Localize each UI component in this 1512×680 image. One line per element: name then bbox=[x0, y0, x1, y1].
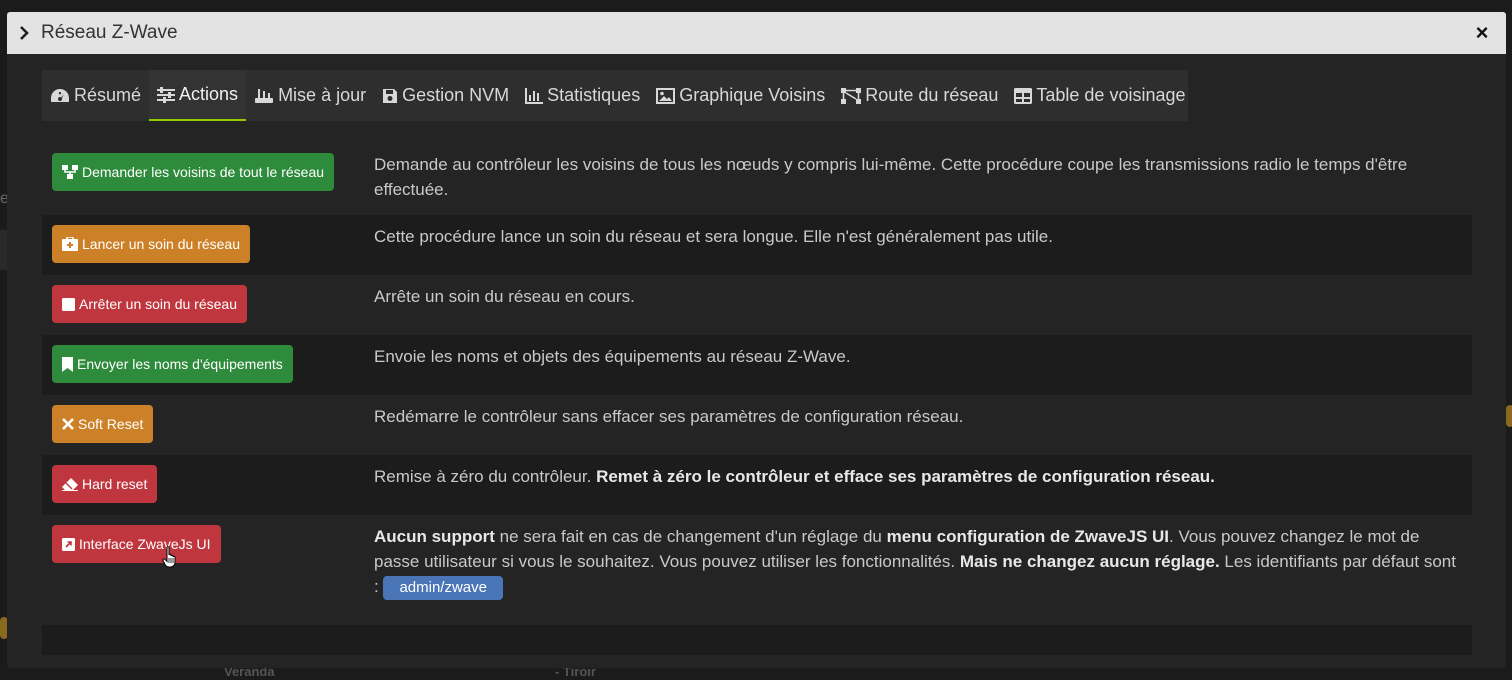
button-label: Arrêter un soin du réseau bbox=[79, 296, 237, 312]
image-icon bbox=[656, 87, 676, 104]
network-icon bbox=[841, 87, 862, 104]
table-cell: Demander les voisins de tout le réseau bbox=[42, 143, 364, 205]
description-bold: menu configuration de ZwaveJS UI bbox=[886, 527, 1170, 546]
table-row: Hard reset Remise à zéro du contrôleur. … bbox=[42, 455, 1472, 515]
times-icon bbox=[62, 418, 74, 430]
tab-resume[interactable]: Résumé bbox=[42, 70, 149, 121]
description-text: Remise à zéro du contrôleur. bbox=[374, 467, 597, 486]
tab-table-de-voisinage[interactable]: Table de voisinage bbox=[1006, 70, 1193, 121]
request-neighbors-button[interactable]: Demander les voisins de tout le réseau bbox=[52, 153, 335, 191]
tab-label: Table de voisinage bbox=[1036, 85, 1186, 105]
zwave-network-modal: Réseau Z-Wave × Résumé Actions Mise à jo… bbox=[7, 12, 1506, 668]
table-row: Arrêter un soin du réseau Arrête un soin… bbox=[42, 275, 1472, 335]
button-label: Envoyer les noms d'équipements bbox=[77, 356, 283, 372]
medkit-icon bbox=[62, 237, 78, 251]
stop-icon bbox=[62, 297, 75, 311]
action-description: Redémarre le contrôleur sans effacer ses… bbox=[374, 407, 964, 426]
table-cell: Hard reset bbox=[42, 455, 364, 515]
tab-graphique-voisins[interactable]: Graphique Voisins bbox=[648, 70, 833, 121]
tab-route-du-reseau[interactable]: Route du réseau bbox=[833, 70, 1006, 121]
action-description: Cette procédure lance un soin du réseau … bbox=[374, 227, 1053, 246]
button-label: Hard reset bbox=[82, 476, 148, 492]
tab-label: Statistiques bbox=[547, 85, 641, 105]
table-row-empty bbox=[42, 625, 1472, 655]
action-description: Remise à zéro du contrôleur. Remet à zér… bbox=[364, 455, 1472, 515]
tab-bar: Résumé Actions Mise à jour Gestion NVM S… bbox=[42, 70, 1188, 121]
zwavejs-ui-button[interactable]: Interface ZwaveJs UI bbox=[52, 525, 221, 563]
tab-label: Résumé bbox=[74, 85, 142, 105]
description-bold: Mais ne changez aucun réglage. bbox=[959, 552, 1220, 571]
bookmark-icon bbox=[62, 356, 73, 372]
action-description: Demande au contrôleur les voisins de tou… bbox=[374, 155, 1408, 199]
action-description: Aucun support ne sera fait en cas de cha… bbox=[364, 515, 1472, 625]
tab-label: Route du réseau bbox=[865, 85, 999, 105]
modal-title: Réseau Z-Wave bbox=[41, 22, 178, 43]
hard-reset-button[interactable]: Hard reset bbox=[52, 465, 158, 503]
dashboard-icon bbox=[51, 88, 69, 102]
tab-statistiques[interactable]: Statistiques bbox=[517, 70, 648, 121]
soft-reset-button[interactable]: Soft Reset bbox=[52, 405, 154, 443]
stop-heal-button[interactable]: Arrêter un soin du réseau bbox=[52, 285, 247, 323]
start-heal-button[interactable]: Lancer un soin du réseau bbox=[52, 225, 250, 263]
action-description: Arrête un soin du réseau en cours. bbox=[374, 287, 635, 306]
modal-header: Réseau Z-Wave × bbox=[7, 12, 1506, 54]
hand-pointer-cursor-icon bbox=[162, 546, 176, 568]
sitemap-icon bbox=[62, 165, 78, 179]
description-bold: Remet à zéro le contrôleur et efface ses… bbox=[596, 467, 1215, 486]
button-label: Interface ZwaveJs UI bbox=[79, 536, 211, 552]
tab-gestion-nvm[interactable]: Gestion NVM bbox=[374, 70, 517, 121]
bar-chart-icon bbox=[525, 87, 544, 104]
table-row: Lancer un soin du réseau Cette procédure… bbox=[42, 215, 1472, 275]
tab-label: Mise à jour bbox=[278, 85, 367, 105]
tab-label: Gestion NVM bbox=[402, 85, 510, 105]
tab-label: Graphique Voisins bbox=[679, 85, 826, 105]
chevron-right-icon[interactable] bbox=[19, 26, 37, 40]
description-bold: Aucun support bbox=[374, 527, 495, 546]
close-button[interactable]: × bbox=[1470, 20, 1494, 46]
table-cell: Arrêter un soin du réseau bbox=[42, 275, 364, 335]
table-cell: Soft Reset bbox=[42, 395, 364, 455]
action-description: Envoie les noms et objets des équipement… bbox=[374, 347, 851, 366]
table-row: Interface ZwaveJs UI Aucun support ne se… bbox=[42, 515, 1472, 625]
button-label: Demander les voisins de tout le réseau bbox=[82, 164, 325, 180]
table-row: Demander les voisins de tout le réseau D… bbox=[42, 143, 1472, 205]
table-cell: Interface ZwaveJs UI bbox=[42, 515, 364, 625]
send-device-names-button[interactable]: Envoyer les noms d'équipements bbox=[52, 345, 293, 383]
router-icon bbox=[255, 88, 274, 103]
background-badge bbox=[1506, 405, 1512, 427]
sliders-icon bbox=[157, 86, 176, 103]
table-row: Envoyer les noms d'équipements Envoie le… bbox=[42, 335, 1472, 395]
eraser-icon bbox=[62, 477, 78, 491]
external-link-icon bbox=[62, 537, 75, 551]
table-icon bbox=[1014, 87, 1033, 104]
table-cell: Lancer un soin du réseau bbox=[42, 215, 364, 275]
table-row: Soft Reset Redémarre le contrôleur sans … bbox=[42, 395, 1472, 455]
credentials-badge: admin/zwave bbox=[383, 575, 503, 600]
tab-mise-a-jour[interactable]: Mise à jour bbox=[246, 70, 374, 121]
button-label: Lancer un soin du réseau bbox=[82, 236, 240, 252]
save-icon bbox=[383, 88, 398, 103]
actions-table: Demander les voisins de tout le réseau D… bbox=[42, 135, 1472, 655]
table-cell: Envoyer les noms d'équipements bbox=[42, 335, 364, 395]
button-label: Soft Reset bbox=[78, 416, 144, 432]
tab-actions[interactable]: Actions bbox=[149, 70, 247, 121]
description-text: ne sera fait en cas de changement d'un r… bbox=[494, 527, 887, 546]
tab-label: Actions bbox=[179, 84, 239, 104]
